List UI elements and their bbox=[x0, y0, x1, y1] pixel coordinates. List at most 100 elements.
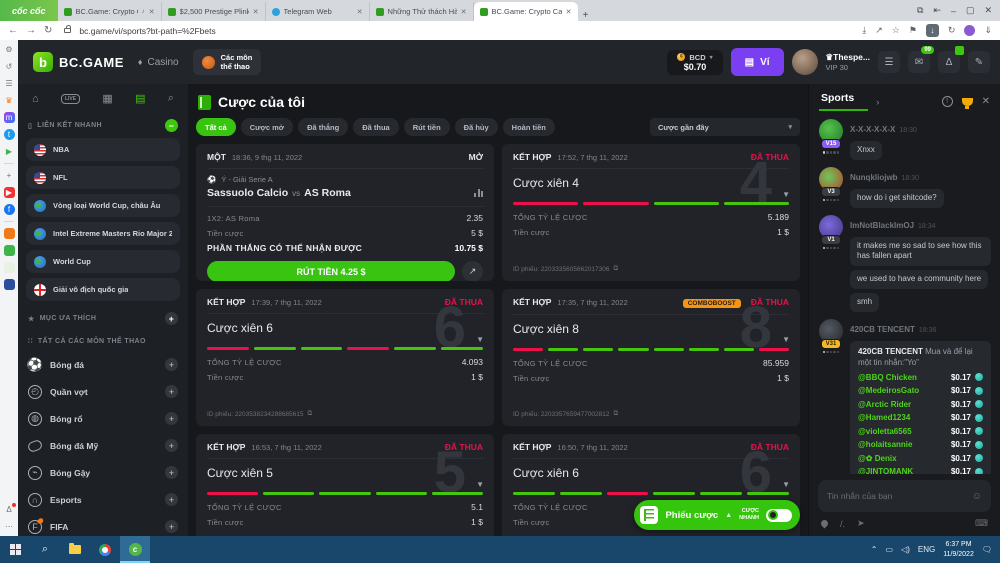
chat-message-input[interactable] bbox=[827, 491, 972, 501]
nav-casino[interactable]: ♦ Casino bbox=[138, 57, 179, 68]
betslip-button[interactable]: Phiếu cược ▲ CƯỢC NHANH bbox=[634, 500, 800, 530]
url-text[interactable]: bc.game/vi/sports?bt-path=%2Fbets bbox=[79, 26, 854, 36]
filter-open[interactable]: Cược mở bbox=[241, 118, 293, 136]
action-center-icon[interactable]: 🗨 bbox=[982, 545, 992, 554]
chat-room-tab[interactable]: Sports bbox=[819, 92, 868, 111]
browser-tab-active[interactable]: BC.Game: Crypto Casino Ga ✕ bbox=[474, 2, 578, 21]
youtube-icon[interactable]: ▶ bbox=[4, 187, 15, 198]
shield-icon[interactable]: ⚑ bbox=[909, 25, 917, 36]
chevron-down-icon[interactable]: ▼ bbox=[476, 480, 484, 489]
tip-recipient-name[interactable]: @MedeirosGato bbox=[858, 386, 951, 395]
trophy-icon[interactable] bbox=[962, 98, 973, 106]
file-explorer-icon[interactable] bbox=[60, 536, 90, 563]
quicklink-wc-qualifiers[interactable]: Vòng loại World Cup, châu Âu bbox=[26, 194, 180, 217]
chat-username[interactable]: ImNotBlackImOJ bbox=[850, 221, 914, 230]
start-button[interactable] bbox=[0, 536, 30, 563]
nav-sports-active[interactable]: Các môn thể thao bbox=[193, 49, 262, 75]
rocket-icon[interactable]: ➤ bbox=[857, 518, 865, 529]
badminton-icon[interactable] bbox=[4, 262, 15, 273]
games-icon[interactable]: ▶ bbox=[4, 146, 15, 157]
chevron-down-icon[interactable]: ▼ bbox=[476, 335, 484, 344]
network-icon[interactable]: ▭ bbox=[885, 545, 893, 554]
chevron-down-icon[interactable]: ▼ bbox=[782, 480, 790, 489]
tab-close-icon[interactable]: ✕ bbox=[566, 8, 572, 16]
sidebar-item-cricket[interactable]: ⌁ Bóng Gậy + bbox=[26, 459, 180, 486]
tip-recipient-name[interactable]: @JINTOMANK bbox=[858, 467, 951, 474]
capture-icon[interactable]: ⧉ bbox=[917, 5, 923, 16]
sidebar-item-soccer[interactable]: ⚽ Bóng đá + bbox=[26, 351, 180, 378]
wallet-button[interactable]: ▤ Ví bbox=[731, 48, 784, 76]
chat-username[interactable]: X-X-X-X-X-X bbox=[850, 125, 895, 134]
tray-expand-icon[interactable]: ⌃ bbox=[871, 545, 878, 554]
filter-lost[interactable]: Đã thua bbox=[353, 118, 399, 136]
profile-avatar-icon[interactable] bbox=[964, 25, 975, 36]
expand-plus-icon[interactable]: + bbox=[165, 412, 178, 425]
minimize-icon[interactable]: – bbox=[951, 6, 956, 16]
notifications-bell-icon[interactable]: Δ bbox=[938, 51, 960, 73]
gif-keyboard-icon[interactable]: ⌨ bbox=[975, 518, 988, 529]
notification-bell-icon[interactable]: Δ bbox=[4, 504, 15, 515]
tab-close-icon[interactable]: ✕ bbox=[461, 8, 467, 16]
cashout-button[interactable]: RÚT TIỀN 4.25 $ bbox=[207, 261, 455, 281]
sidebar-item-american-football[interactable]: Bóng đá Mỹ + bbox=[26, 432, 180, 459]
history-icon[interactable]: ↺ bbox=[4, 61, 15, 72]
expand-plus-icon[interactable]: + bbox=[165, 358, 178, 371]
copy-icon[interactable]: ⧉ bbox=[308, 410, 313, 418]
copy-icon[interactable]: ⧉ bbox=[614, 410, 619, 418]
tip-recipient-name[interactable]: @holaitsannie bbox=[858, 440, 951, 449]
chevron-right-icon[interactable]: › bbox=[876, 97, 879, 107]
add-favorite-button[interactable]: + bbox=[165, 312, 178, 325]
messenger-icon[interactable]: m bbox=[4, 112, 15, 123]
mail-icon[interactable]: ✉ 99 bbox=[908, 51, 930, 73]
quick-bet-toggle[interactable] bbox=[766, 509, 792, 522]
sidebar-item-fifa[interactable]: F FIFA + bbox=[26, 513, 180, 536]
tab-close-icon[interactable]: ✕ bbox=[357, 8, 363, 16]
chat-rules-icon[interactable]: ! bbox=[942, 96, 953, 107]
crown-icon[interactable]: ♛ bbox=[4, 95, 15, 106]
twitter-icon[interactable]: t bbox=[4, 129, 15, 140]
chat-username[interactable]: Nunqkliojwb bbox=[850, 173, 898, 182]
coccoc-brand[interactable]: cốc cốc bbox=[0, 0, 58, 21]
sort-dropdown[interactable]: Cược gần đây ▾ bbox=[650, 118, 800, 136]
chrome-icon[interactable] bbox=[90, 536, 120, 563]
share-bet-button[interactable]: ↗ bbox=[462, 261, 483, 281]
chat-compose-icon[interactable]: ✎ bbox=[968, 51, 990, 73]
user-avatar[interactable] bbox=[792, 49, 818, 75]
session-icon[interactable]: ⇤ bbox=[933, 5, 941, 16]
my-bets-icon[interactable]: ▤ bbox=[135, 92, 145, 105]
browser-tab[interactable]: Những Thử thách Hàng ngà ✕ bbox=[370, 2, 474, 21]
close-window-icon[interactable]: ✕ bbox=[984, 5, 992, 16]
volume-icon[interactable]: ◁) bbox=[901, 545, 910, 554]
chevron-down-icon[interactable]: ▼ bbox=[782, 335, 790, 344]
chevron-down-icon[interactable]: ▼ bbox=[782, 190, 790, 199]
settings-gear-icon[interactable]: ⚙ bbox=[4, 44, 15, 55]
filter-cashout[interactable]: Rút tiền bbox=[404, 118, 450, 136]
bcgame-logo[interactable]: b BC.GAME bbox=[33, 52, 124, 72]
add-shortcut-icon[interactable]: + bbox=[4, 170, 15, 181]
coccoc-taskbar-icon[interactable]: c bbox=[120, 536, 150, 563]
filter-refund[interactable]: Hoàn tiền bbox=[503, 118, 555, 136]
new-tab-button[interactable]: + bbox=[578, 10, 594, 21]
expand-plus-icon[interactable]: + bbox=[165, 439, 178, 452]
bookmark-star-icon[interactable]: ☆ bbox=[892, 25, 900, 36]
schedule-calendar-icon[interactable]: ▦ bbox=[102, 92, 112, 105]
filter-won[interactable]: Đã thắng bbox=[298, 118, 348, 136]
maximize-icon[interactable]: ▢ bbox=[966, 5, 975, 16]
feed-icon[interactable]: ☰ bbox=[4, 78, 15, 89]
search-icon[interactable]: ⌕ bbox=[168, 92, 174, 105]
close-chat-icon[interactable]: ✕ bbox=[982, 96, 990, 107]
chat-username[interactable]: 420CB TENCENT bbox=[850, 325, 915, 334]
browser-tab[interactable]: Telegram Web ✕ bbox=[266, 2, 370, 21]
forward-icon[interactable]: → bbox=[26, 25, 36, 36]
tip-recipient-name[interactable]: @Arctic Rider bbox=[858, 400, 951, 409]
rain-tip-icon[interactable] bbox=[820, 519, 830, 529]
account-menu-icon[interactable]: ☰ bbox=[878, 51, 900, 73]
quicklink-national-league[interactable]: Giải vô địch quốc gia bbox=[26, 278, 180, 301]
expand-plus-icon[interactable]: + bbox=[165, 493, 178, 506]
emoji-icon[interactable]: ☺ bbox=[972, 491, 982, 502]
slash-command-icon[interactable]: /. bbox=[840, 519, 845, 529]
live-icon[interactable]: LIVE bbox=[61, 94, 80, 104]
sidebar-item-tennis[interactable]: ◴ Quần vợt + bbox=[26, 378, 180, 405]
taskbar-search-icon[interactable]: ⌕ bbox=[30, 536, 60, 563]
language-indicator[interactable]: ENG bbox=[918, 545, 935, 554]
